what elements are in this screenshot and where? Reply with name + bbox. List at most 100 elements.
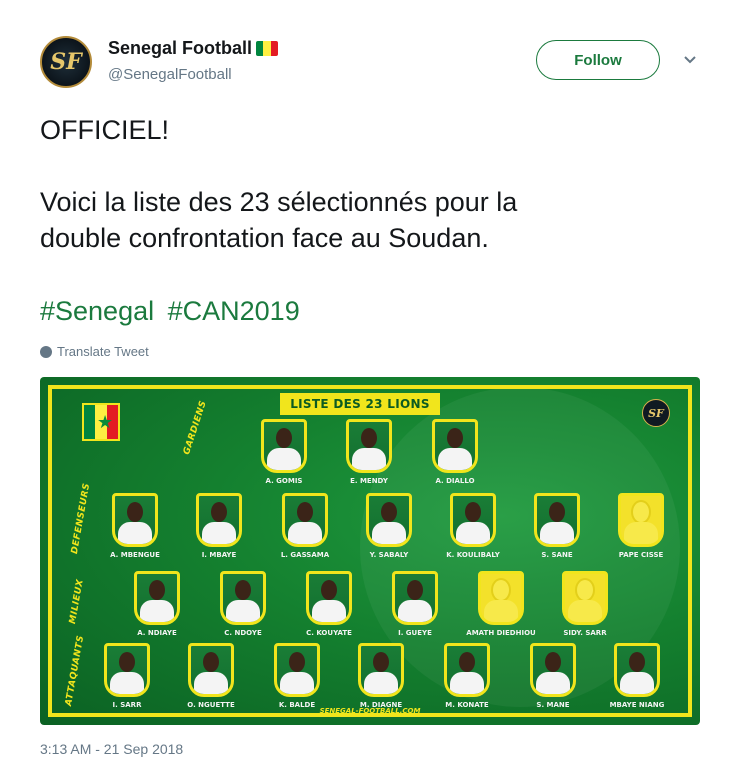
player-name: Y. SABALY xyxy=(369,551,409,559)
account-name-row[interactable]: Senegal Football xyxy=(108,38,279,59)
player-shield xyxy=(346,419,392,473)
account-avatar[interactable]: SF xyxy=(40,36,92,88)
player-shield xyxy=(112,493,158,547)
player-name: I. MBAYE xyxy=(201,551,237,559)
player-jersey xyxy=(398,600,432,622)
player-shield xyxy=(261,419,307,473)
player-name: A. GOMIS xyxy=(265,477,303,485)
tweet-image[interactable]: LISTE DES 23 LIONS ★ SF GARDIENS DEFENSE… xyxy=(40,377,700,725)
player-jersey xyxy=(140,600,174,622)
tweet-timestamp[interactable]: 3:13 AM - 21 Sep 2018 xyxy=(40,741,183,757)
player-card: AMATH DIEDHIOU xyxy=(466,571,536,651)
translate-label: Translate Tweet xyxy=(57,344,149,359)
player-head xyxy=(577,580,593,600)
player-head xyxy=(321,580,337,600)
player-card: E. MENDY xyxy=(338,419,400,499)
player-shield xyxy=(432,419,478,473)
player-name: A. DIALLO xyxy=(435,477,475,485)
player-jersey xyxy=(226,600,260,622)
player-name: K. KOULIBALY xyxy=(446,551,500,559)
player-shield xyxy=(306,571,352,625)
player-head xyxy=(381,502,397,522)
translate-tweet-link[interactable]: Translate Tweet xyxy=(40,344,149,359)
globe-icon xyxy=(40,345,52,358)
account-handle[interactable]: @SenegalFootball xyxy=(108,66,232,83)
player-head xyxy=(493,580,509,600)
player-head xyxy=(633,502,649,522)
player-shield xyxy=(358,643,404,697)
player-name: PAPE CISSE xyxy=(618,551,664,559)
hashtag-link[interactable]: #Senegal xyxy=(40,296,154,326)
player-card: SIDY. SARR xyxy=(554,571,616,651)
player-shield xyxy=(366,493,412,547)
player-card: A. NDIAYE xyxy=(126,571,188,651)
player-head xyxy=(545,652,561,672)
player-shield xyxy=(282,493,328,547)
player-name: I. SARR xyxy=(112,701,142,709)
player-shield xyxy=(478,571,524,625)
player-head xyxy=(203,652,219,672)
tweet-line: OFFICIEL! xyxy=(40,115,170,145)
image-logo: SF xyxy=(642,399,670,427)
player-head xyxy=(407,580,423,600)
player-shield xyxy=(614,643,660,697)
player-card: C. KOUYATE xyxy=(298,571,360,651)
player-jersey xyxy=(620,672,654,694)
player-shield xyxy=(274,643,320,697)
player-jersey xyxy=(280,672,314,694)
player-head xyxy=(549,502,565,522)
player-name: M. KONATE xyxy=(445,701,489,709)
player-shield xyxy=(188,643,234,697)
follow-button[interactable]: Follow xyxy=(536,40,660,80)
player-shield xyxy=(534,493,580,547)
player-jersey xyxy=(364,672,398,694)
player-card: PAPE CISSE xyxy=(610,493,672,573)
player-shield xyxy=(104,643,150,697)
player-card: M. KONATE xyxy=(436,643,498,723)
player-name: S. MANE xyxy=(536,701,570,709)
player-head xyxy=(235,580,251,600)
tweet-line: double confrontation face au Soudan. xyxy=(40,223,489,253)
player-card: L. GASSAMA xyxy=(274,493,336,573)
player-head xyxy=(459,652,475,672)
player-jersey xyxy=(450,672,484,694)
hashtag-link[interactable]: #CAN2019 xyxy=(168,296,300,326)
player-head xyxy=(447,428,463,448)
player-card: Y. SABALY xyxy=(358,493,420,573)
player-jersey xyxy=(267,448,301,470)
player-jersey xyxy=(312,600,346,622)
player-head xyxy=(149,580,165,600)
player-name: C. NDOYE xyxy=(224,629,262,637)
senegal-flag-icon: ★ xyxy=(82,403,120,441)
player-jersey xyxy=(288,522,322,544)
player-shield xyxy=(444,643,490,697)
chevron-down-icon[interactable] xyxy=(680,50,700,70)
player-shield xyxy=(220,571,266,625)
player-card: C. NDOYE xyxy=(212,571,274,651)
player-jersey xyxy=(568,600,602,622)
player-card: MBAYE NIANG xyxy=(606,643,668,723)
player-jersey xyxy=(624,522,658,544)
player-jersey xyxy=(484,600,518,622)
player-head xyxy=(119,652,135,672)
player-name: C. KOUYATE xyxy=(306,629,352,637)
tweet-text: OFFICIEL! Voici la liste des 23 sélectio… xyxy=(40,112,700,256)
player-jersey xyxy=(540,522,574,544)
player-name: SIDY. SARR xyxy=(563,629,607,637)
player-jersey xyxy=(202,522,236,544)
player-jersey xyxy=(194,672,228,694)
player-name: A. NDIAYE xyxy=(137,629,177,637)
hashtags: #Senegal #CAN2019 xyxy=(40,296,306,327)
player-shield xyxy=(392,571,438,625)
player-card: A. DIALLO xyxy=(424,419,486,499)
player-card: I. SARR xyxy=(96,643,158,723)
player-jersey xyxy=(438,448,472,470)
player-head xyxy=(373,652,389,672)
player-jersey xyxy=(372,522,406,544)
player-card: S. SANE xyxy=(526,493,588,573)
player-card: A. MBENGUE xyxy=(104,493,166,573)
player-name: O. NGUETTE xyxy=(187,701,235,709)
display-name[interactable]: Senegal Football xyxy=(108,38,252,59)
image-title: LISTE DES 23 LIONS xyxy=(280,393,440,415)
player-jersey xyxy=(352,448,386,470)
